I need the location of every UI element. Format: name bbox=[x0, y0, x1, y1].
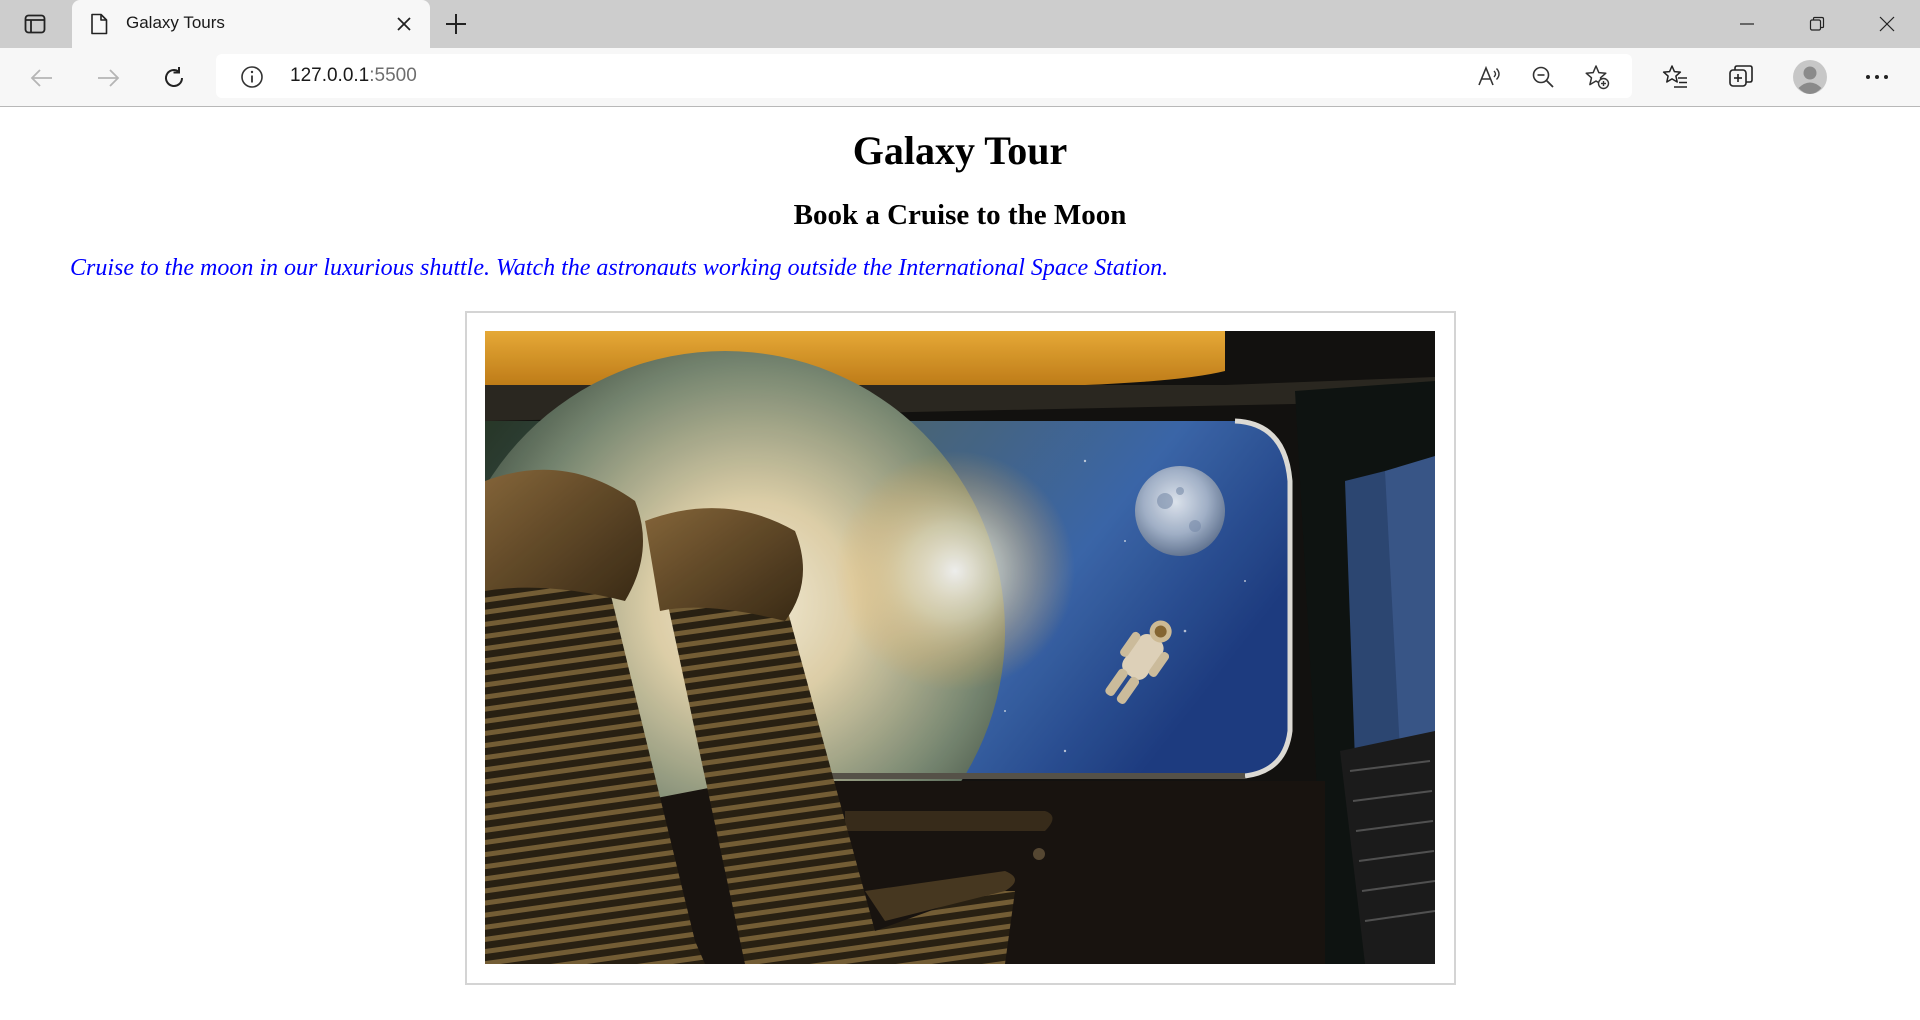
tab-actions-icon bbox=[24, 14, 46, 34]
back-button[interactable] bbox=[24, 60, 60, 96]
page-icon bbox=[91, 13, 108, 35]
profile-button[interactable] bbox=[1792, 59, 1828, 95]
reload-icon bbox=[165, 67, 183, 87]
shuttle-interior-illustration bbox=[485, 331, 1435, 964]
url-port: :5500 bbox=[369, 65, 417, 86]
minimize-button[interactable] bbox=[1712, 0, 1782, 48]
url-text[interactable]: 127.0.0.1:5500 bbox=[290, 65, 417, 87]
page-subtitle: Book a Cruise to the Moon bbox=[793, 199, 1127, 231]
collections-button[interactable] bbox=[1726, 62, 1756, 92]
image-frame bbox=[465, 311, 1456, 985]
address-bar[interactable]: 127.0.0.1:5500 bbox=[216, 54, 1632, 98]
more-options-button[interactable] bbox=[1862, 62, 1892, 92]
tab-actions-button[interactable] bbox=[12, 8, 58, 40]
restore-button[interactable] bbox=[1782, 0, 1852, 48]
collections-icon bbox=[1729, 65, 1753, 87]
shuttle-window-photo bbox=[485, 331, 1435, 964]
read-aloud-icon[interactable] bbox=[1476, 64, 1502, 90]
minimize-icon bbox=[1740, 23, 1754, 25]
reload-button[interactable] bbox=[156, 60, 192, 96]
intro-paragraph: Cruise to the moon in our luxurious shut… bbox=[70, 255, 1169, 281]
avatar-icon bbox=[1793, 60, 1827, 94]
page-title: Galaxy Tour bbox=[852, 128, 1068, 173]
forward-button[interactable] bbox=[90, 60, 126, 96]
new-tab-icon[interactable] bbox=[440, 10, 472, 38]
close-window-button[interactable] bbox=[1852, 0, 1920, 48]
back-arrow-icon bbox=[30, 69, 52, 87]
url-host: 127.0.0.1 bbox=[290, 65, 370, 86]
browser-toolbar: 127.0.0.1:5500 bbox=[0, 48, 1920, 107]
favorites-button[interactable] bbox=[1660, 62, 1690, 92]
ellipsis-icon bbox=[1866, 75, 1888, 79]
favorites-icon bbox=[1662, 65, 1687, 88]
page-content: Galaxy Tour Book a Cruise to the Moon Cr… bbox=[0, 107, 1920, 1020]
add-favorite-icon[interactable] bbox=[1584, 64, 1610, 90]
tab-galaxy-tours[interactable]: Galaxy Tours bbox=[72, 0, 430, 48]
tab-title: Galaxy Tours bbox=[126, 13, 225, 32]
site-info-icon[interactable] bbox=[240, 65, 264, 89]
close-icon bbox=[1879, 16, 1895, 32]
close-tab-icon[interactable] bbox=[392, 12, 416, 36]
tab-strip: Galaxy Tours bbox=[0, 0, 1920, 48]
zoom-out-icon[interactable] bbox=[1530, 64, 1556, 90]
forward-arrow-icon bbox=[98, 69, 120, 87]
restore-icon bbox=[1809, 16, 1825, 31]
